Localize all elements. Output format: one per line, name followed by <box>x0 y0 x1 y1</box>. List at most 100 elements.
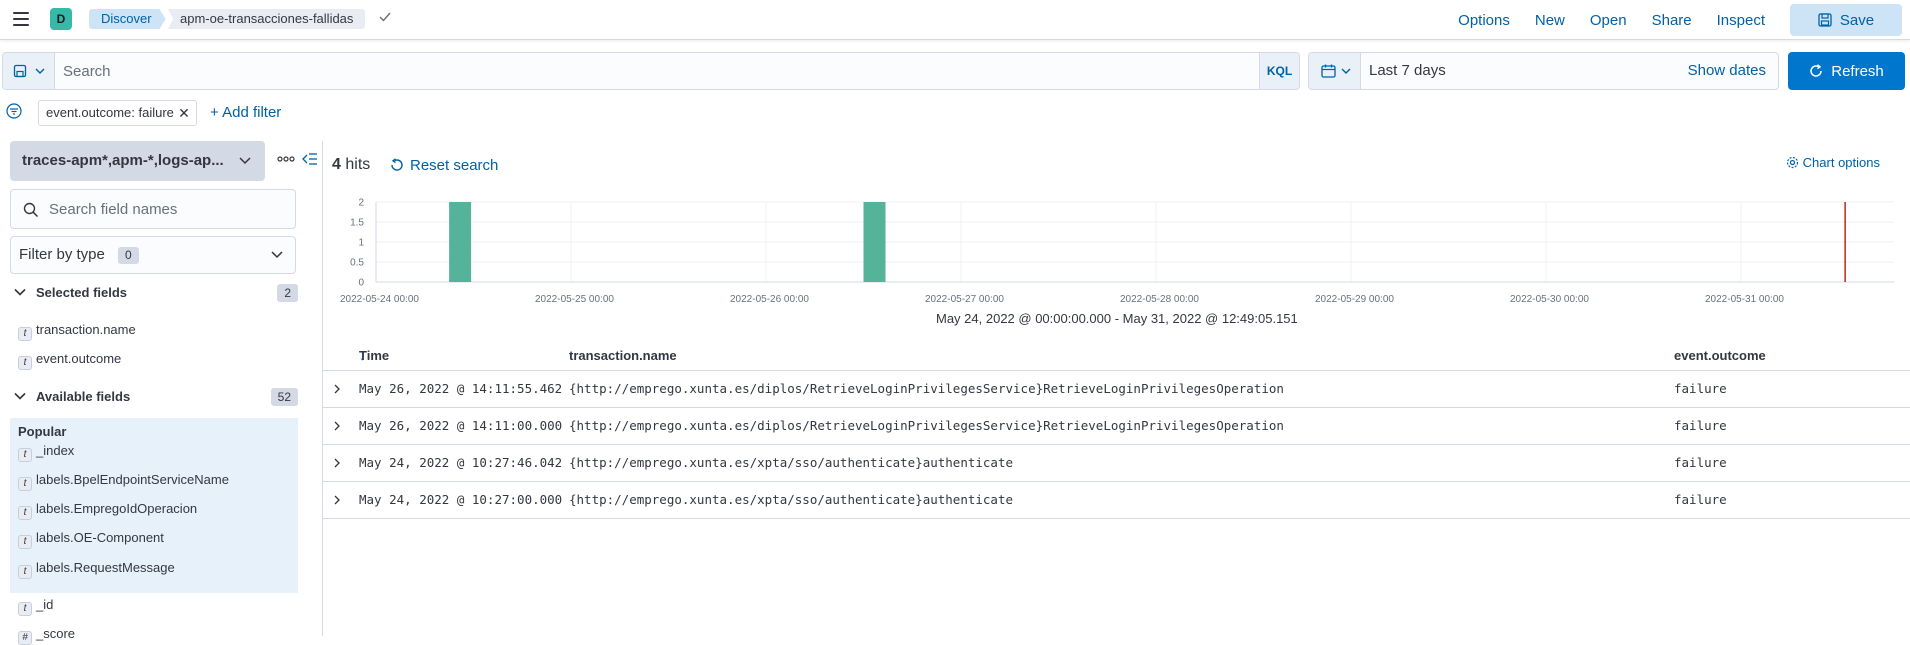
date-picker: Last 7 days Show dates <box>1308 52 1779 90</box>
inspect-link[interactable]: Inspect <box>1717 12 1765 29</box>
share-link[interactable]: Share <box>1652 12 1692 29</box>
filter-by-type-label: Filter by type <box>19 246 105 263</box>
cell-transaction-name: {http://emprego.xunta.es/xpta/sso/authen… <box>569 455 1014 470</box>
reset-icon <box>391 158 403 171</box>
time-range-label: May 24, 2022 @ 00:00:00.000 - May 31, 20… <box>936 311 1298 326</box>
cell-event-outcome: failure <box>1674 455 1727 470</box>
new-link[interactable]: New <box>1535 12 1565 29</box>
histogram-chart: 0 0.5 1 1.5 2 2022-05-24 00:00 2022-05-25 00:0… <box>340 198 1894 305</box>
cell-event-outcome: failure <box>1674 492 1727 507</box>
field-item[interactable]: t labels.OE-Component <box>18 528 298 549</box>
x-tick-label: 2022-05-27 00:00 <box>925 294 1004 305</box>
breadcrumb-discover[interactable]: Discover <box>89 9 166 29</box>
available-fields-header[interactable]: Available fields 52 <box>14 387 298 407</box>
index-pattern-selector[interactable]: traces-apm*,apm-*,logs-ap... <box>10 141 265 181</box>
more-options-icon[interactable] <box>277 155 295 163</box>
add-filter-button[interactable]: + Add filter <box>210 104 281 121</box>
chart-options-label: Chart options <box>1802 155 1880 170</box>
expand-row-icon[interactable] <box>333 457 341 469</box>
hits-number: 4 <box>332 156 341 173</box>
field-name: _id <box>36 597 54 612</box>
x-tick-label: 2022-05-28 00:00 <box>1120 294 1199 305</box>
column-header-transaction-name[interactable]: transaction.name <box>569 341 677 371</box>
y-tick-label: 1 <box>358 238 364 249</box>
field-name: labels.OE-Component <box>36 530 164 545</box>
filter-pill-label: event.outcome: failure <box>46 105 174 120</box>
field-name: event.outcome <box>36 351 122 366</box>
field-search <box>10 189 296 229</box>
field-item[interactable]: t event.outcome <box>18 349 298 370</box>
saved-query-menu-button[interactable] <box>3 53 55 89</box>
filter-count-badge: 0 <box>118 247 139 264</box>
column-header-event-outcome[interactable]: event.outcome <box>1674 341 1766 371</box>
cell-time: May 24, 2022 @ 10:27:00.000 <box>359 492 563 507</box>
index-pattern-label: traces-apm*,apm-*,logs-ap... <box>22 152 224 169</box>
check-icon <box>379 12 391 22</box>
collapse-sidebar-icon[interactable] <box>302 152 318 166</box>
field-name: labels.EmpregoIdOperacion <box>36 501 198 516</box>
query-language-button[interactable]: KQL <box>1259 53 1299 89</box>
field-item[interactable]: t labels.EmpregoIdOperacion <box>18 499 298 520</box>
show-dates-link[interactable]: Show dates <box>1688 53 1766 89</box>
table-row: May 24, 2022 @ 10:27:46.042 {http://empr… <box>323 445 1910 482</box>
field-item[interactable]: # _score <box>18 624 298 645</box>
string-type-icon: t <box>18 535 32 549</box>
refresh-label: Refresh <box>1831 62 1884 80</box>
chart-options-button[interactable]: Chart options <box>1786 155 1880 170</box>
sort-down-icon[interactable]: ↓ <box>359 341 366 371</box>
filter-pill[interactable]: event.outcome: failure ✕ <box>38 100 197 126</box>
expand-row-icon[interactable] <box>333 383 341 395</box>
available-fields-count: 52 <box>270 388 298 406</box>
chevron-down-icon <box>1341 68 1351 74</box>
saved-query-icon <box>13 64 27 78</box>
field-name: _index <box>36 443 75 458</box>
string-type-icon: t <box>18 327 32 341</box>
save-button[interactable]: Save <box>1790 4 1902 36</box>
filter-by-type-button[interactable]: Filter by type 0 <box>10 236 296 274</box>
expand-row-icon[interactable] <box>333 494 341 506</box>
refresh-button[interactable]: Refresh <box>1788 52 1905 90</box>
string-type-icon: t <box>18 356 32 370</box>
quick-select-button[interactable] <box>1309 53 1361 89</box>
x-tick-label: 2022-05-26 00:00 <box>730 294 809 305</box>
reset-search-label: Reset search <box>410 157 499 174</box>
table-row: May 24, 2022 @ 10:27:00.000 {http://empr… <box>323 482 1910 519</box>
gear-icon <box>1786 156 1798 169</box>
field-item[interactable]: t labels.RequestMessage <box>18 558 298 579</box>
y-tick-label: 1.5 <box>350 218 364 229</box>
top-header: D Discover apm-oe-transacciones-fallidas… <box>0 0 1910 40</box>
open-link[interactable]: Open <box>1590 12 1627 29</box>
cell-time: May 26, 2022 @ 14:11:00.000 <box>359 418 563 433</box>
string-type-icon: t <box>18 565 32 579</box>
search-input[interactable] <box>63 53 1163 89</box>
y-tick-label: 0.5 <box>350 258 364 269</box>
field-name: transaction.name <box>36 322 136 337</box>
histogram-bar <box>449 202 472 282</box>
field-search-input[interactable] <box>49 190 289 228</box>
number-type-icon: # <box>18 631 32 645</box>
chevron-down-icon <box>271 251 283 259</box>
y-tick-label: 0 <box>358 278 364 289</box>
histogram-bar <box>863 202 886 282</box>
space-avatar[interactable]: D <box>50 8 72 30</box>
field-item[interactable]: t _id <box>18 595 298 616</box>
y-tick-label: 2 <box>358 198 364 209</box>
table-header: Time ↓ transaction.name event.outcome <box>323 341 1910 371</box>
selected-fields-header[interactable]: Selected fields 2 <box>14 283 298 303</box>
cell-time: May 24, 2022 @ 10:27:46.042 <box>359 455 563 470</box>
breadcrumb-saved-search: apm-oe-transacciones-fallidas <box>168 9 366 29</box>
date-range-label[interactable]: Last 7 days <box>1369 53 1446 89</box>
field-item[interactable]: t _index <box>18 441 298 462</box>
reset-search-button[interactable]: Reset search <box>390 157 498 174</box>
menu-icon[interactable] <box>13 12 29 26</box>
field-item[interactable]: t labels.BpelEndpointServiceName <box>18 470 298 491</box>
close-icon[interactable]: ✕ <box>178 101 190 125</box>
field-name: _score <box>36 626 76 641</box>
refresh-icon <box>1810 64 1822 77</box>
field-item[interactable]: t transaction.name <box>18 320 298 341</box>
expand-row-icon[interactable] <box>333 420 341 432</box>
filter-options-icon[interactable] <box>6 103 22 119</box>
documents-table: Time ↓ transaction.name event.outcome Ma… <box>323 341 1910 519</box>
options-link[interactable]: Options <box>1458 12 1510 29</box>
chevron-down-icon <box>239 157 251 165</box>
